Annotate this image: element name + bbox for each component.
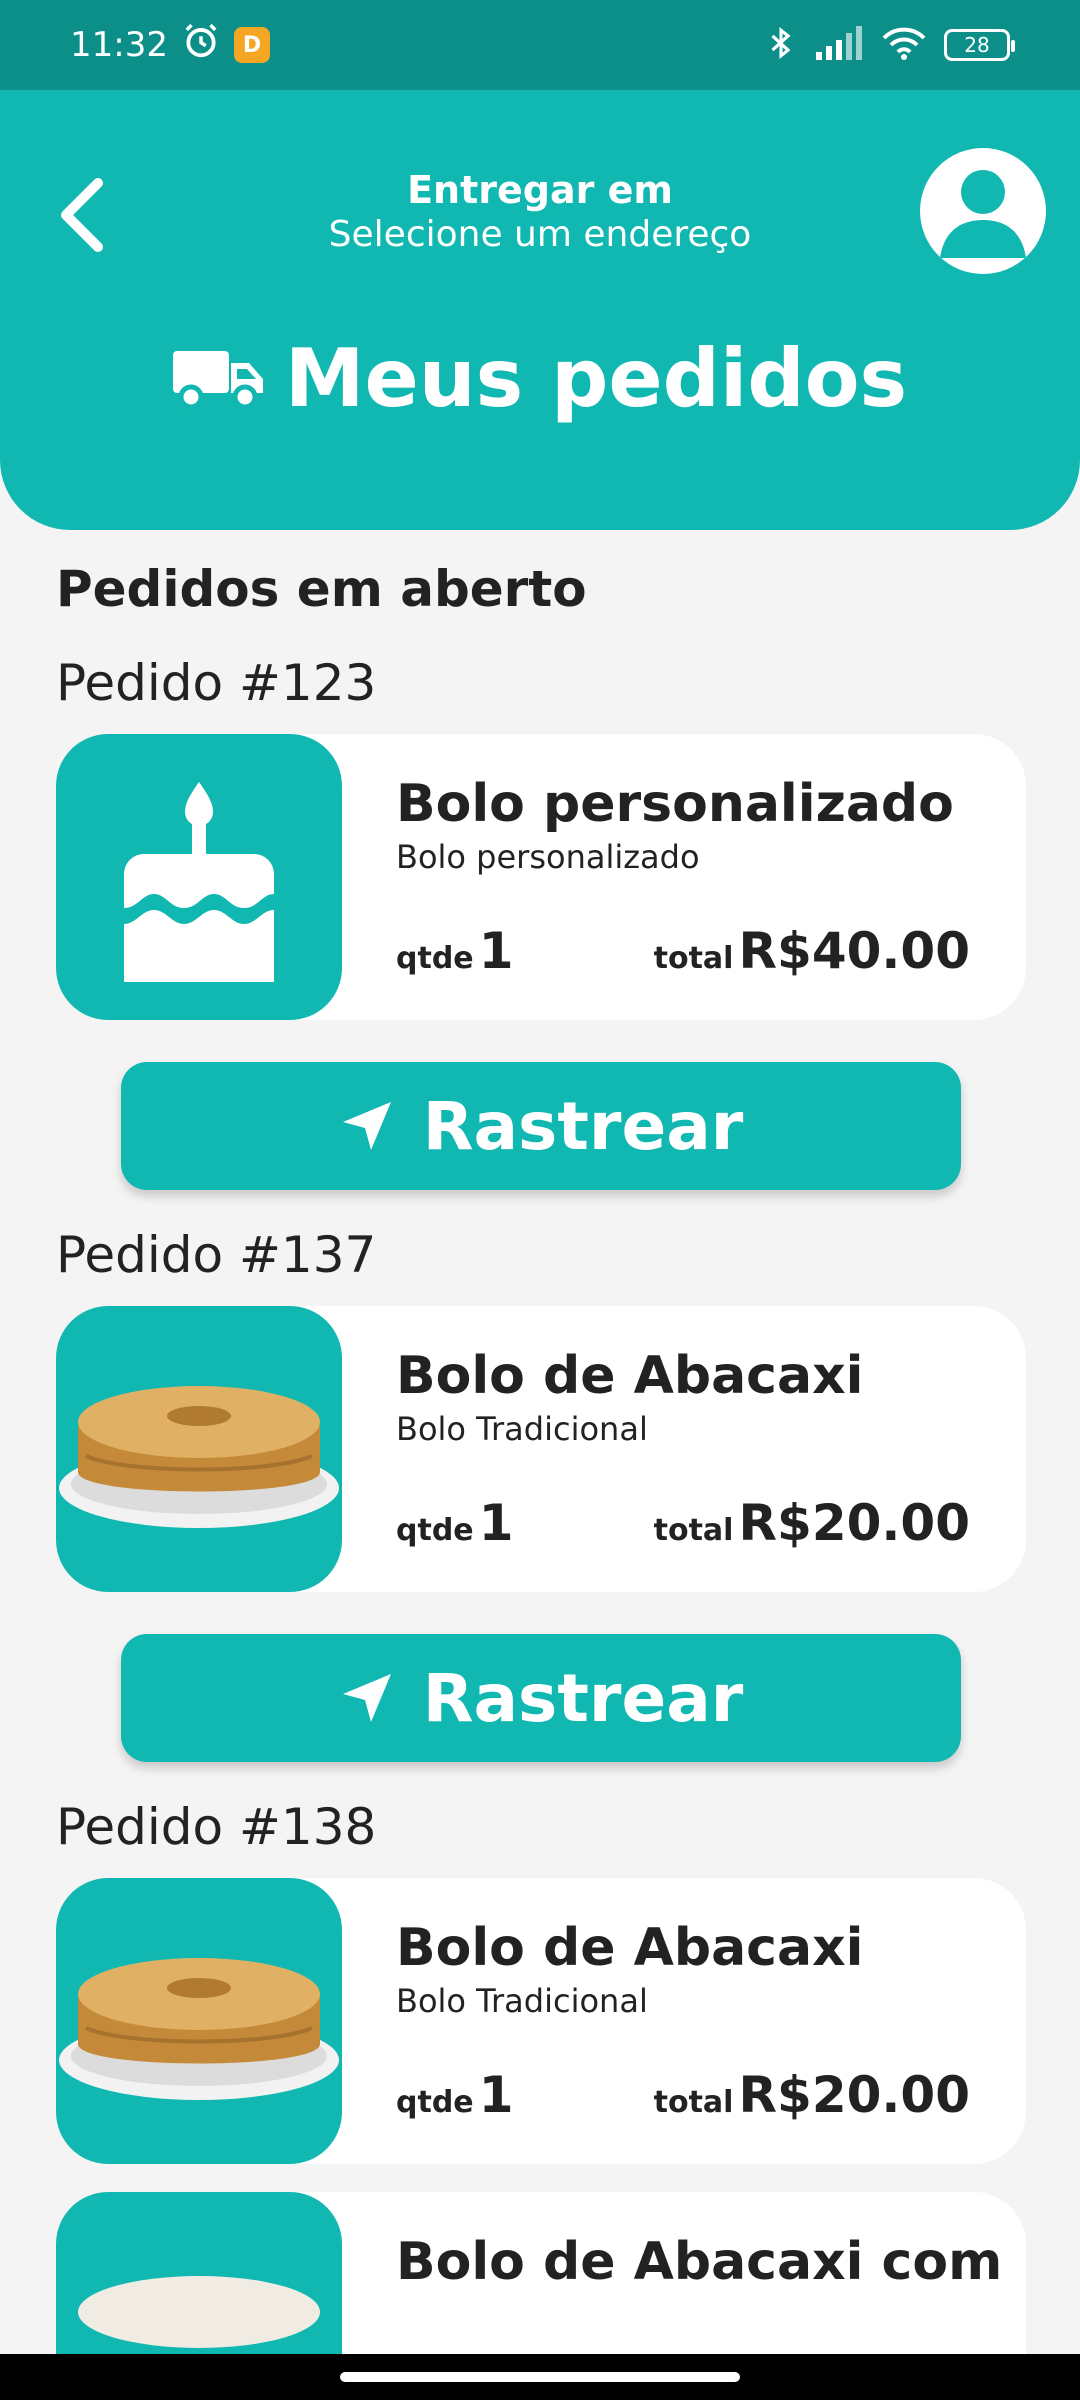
total-label: total	[653, 1513, 734, 1548]
chevron-left-icon	[61, 178, 103, 252]
track-button[interactable]: Rastrear	[121, 1634, 961, 1762]
bluetooth-icon	[764, 23, 798, 67]
order-meta: qtde 1 total R$20.00	[396, 1494, 970, 1552]
item-name: Bolo de Abacaxi com	[396, 2232, 1003, 2292]
order-card[interactable]: Bolo personalizado Bolo personalizado qt…	[56, 734, 1026, 1020]
page-title-text: Meus pedidos	[284, 332, 908, 425]
cake-photo	[59, 1958, 339, 2100]
orders-list: Pedidos em aberto Pedido #123 Bolo perso…	[56, 530, 1026, 2400]
order-number: Pedido #123	[56, 654, 377, 712]
app-notification-icon: D	[233, 27, 270, 63]
cake-photo	[59, 1386, 339, 1528]
order-card[interactable]: Bolo de Abacaxi Bolo Tradicional qtde 1 …	[56, 1878, 1026, 2164]
item-category: Bolo personalizado	[396, 838, 700, 876]
total: total R$20.00	[654, 1494, 970, 1552]
item-name: Bolo personalizado	[396, 774, 954, 834]
track-button-label: Rastrear	[422, 1659, 744, 1737]
total: total R$20.00	[654, 2066, 970, 2124]
navigation-arrow-icon	[342, 1102, 391, 1150]
status-left: 11:32 D	[70, 22, 270, 69]
home-gesture-handle[interactable]	[340, 2372, 740, 2382]
alarm-icon	[182, 22, 220, 69]
battery-indicator: 28	[944, 29, 1015, 61]
section-title: Pedidos em aberto	[56, 560, 587, 618]
order-number: Pedido #137	[56, 1226, 377, 1284]
item-name: Bolo de Abacaxi	[396, 1346, 864, 1406]
quantity-label: qtde	[396, 1513, 474, 1548]
order-card[interactable]: Bolo de Abacaxi Bolo Tradicional qtde 1 …	[56, 1306, 1026, 1592]
truck-icon	[172, 350, 263, 409]
quantity: qtde 1	[396, 922, 514, 980]
order-meta: qtde 1 total R$20.00	[396, 2066, 970, 2124]
order-meta: qtde 1 total R$40.00	[396, 922, 970, 980]
deliver-subtitle: Selecione um endereço	[328, 214, 752, 255]
total-value: R$20.00	[738, 2066, 970, 2124]
order-details: Bolo de Abacaxi com	[396, 2232, 1003, 2292]
item-category: Bolo Tradicional	[396, 1982, 648, 2020]
delivery-address-selector[interactable]: Entregar em Selecione um endereço	[240, 168, 840, 255]
track-button[interactable]: Rastrear	[121, 1062, 961, 1190]
page-title: Meus pedidos	[0, 332, 1080, 425]
navigation-arrow-icon	[342, 1674, 391, 1722]
wifi-icon	[882, 26, 926, 64]
quantity-label: qtde	[396, 2085, 474, 2120]
quantity-label: qtde	[396, 941, 474, 976]
quantity-value: 1	[478, 1494, 514, 1552]
header: Entregar em Selecione um endereço Meus p…	[0, 90, 1080, 530]
status-bar: 11:32 D 28	[0, 0, 1080, 90]
quantity-value: 1	[478, 922, 514, 980]
track-button-label: Rastrear	[422, 1087, 744, 1165]
total: total R$40.00	[654, 922, 970, 980]
status-right: 28	[764, 23, 1015, 67]
birthday-cake-icon	[124, 782, 274, 982]
back-button[interactable]	[46, 170, 116, 260]
avatar[interactable]	[920, 148, 1046, 274]
quantity-value: 1	[478, 2066, 514, 2124]
total-label: total	[653, 941, 734, 976]
quantity: qtde 1	[396, 1494, 514, 1552]
order-number: Pedido #138	[56, 1798, 377, 1856]
user-icon	[940, 170, 1026, 258]
total-value: R$40.00	[738, 922, 970, 980]
quantity: qtde 1	[396, 2066, 514, 2124]
total-value: R$20.00	[738, 1494, 970, 1552]
deliver-title: Entregar em	[407, 168, 673, 212]
item-category: Bolo Tradicional	[396, 1410, 648, 1448]
status-time: 11:32	[70, 25, 168, 65]
system-navigation-bar	[0, 2354, 1080, 2400]
order-thumbnail	[56, 734, 342, 1020]
order-details: Bolo personalizado Bolo personalizado	[396, 774, 970, 876]
total-label: total	[653, 2085, 734, 2120]
order-details: Bolo de Abacaxi Bolo Tradicional	[396, 1918, 970, 2020]
order-thumbnail	[56, 1306, 342, 1592]
signal-icon	[816, 26, 864, 64]
item-name: Bolo de Abacaxi	[396, 1918, 864, 1978]
order-thumbnail	[56, 1878, 342, 2164]
order-details: Bolo de Abacaxi Bolo Tradicional	[396, 1346, 970, 1448]
